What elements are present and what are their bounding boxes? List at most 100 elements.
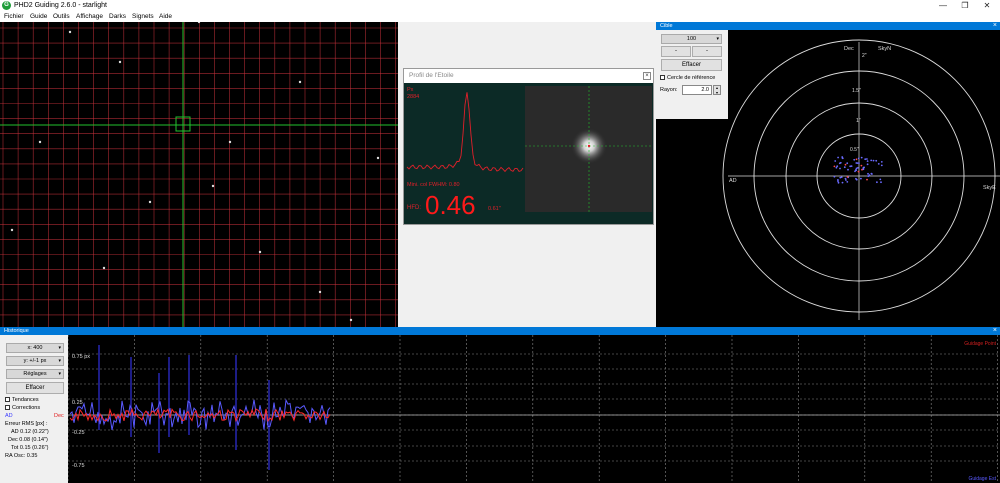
- skye-label: SkyE: [983, 185, 996, 191]
- scatter-point: [866, 178, 868, 181]
- star: [38, 140, 42, 144]
- scatter-point: [846, 162, 849, 165]
- menu-bar: Fichier Guide Outils Affichage Darks Sig…: [0, 12, 1000, 22]
- scatter-point: [876, 181, 878, 184]
- history-titlebar: Historique ×: [0, 327, 1000, 335]
- settings-value: Réglages: [23, 371, 47, 377]
- ytick-0-25: 0.25: [72, 400, 83, 406]
- scatter-point: [849, 165, 852, 168]
- menu-aide[interactable]: Aide: [159, 13, 172, 21]
- scatter-point: [860, 156, 863, 159]
- rms-ad: AD 0.12 (0.22"): [11, 429, 49, 435]
- star: [102, 266, 106, 270]
- maximize-button[interactable]: ❐: [954, 0, 976, 12]
- star: [10, 228, 14, 232]
- corrections-checkbox[interactable]: Corrections: [5, 405, 40, 412]
- scatter-point: [866, 158, 868, 160]
- scatter-point: [880, 161, 883, 163]
- scatter-point: [877, 163, 880, 165]
- guide-camera-view[interactable]: [0, 20, 398, 327]
- menu-darks[interactable]: Darks: [109, 13, 126, 21]
- scatter-point: [867, 172, 869, 175]
- hfd-label: HFD:: [407, 205, 421, 211]
- title-bar: G PHD2 Guiding 2.6.0 - starlight — ❐ ✕: [0, 0, 1000, 12]
- scatter-point: [844, 163, 847, 166]
- settings-dropdown[interactable]: Réglages ▾: [6, 369, 64, 379]
- history-close-button[interactable]: ×: [993, 327, 997, 335]
- star: [118, 60, 122, 64]
- scatter-point: [872, 159, 875, 162]
- profile-titlebar: Profil de l'Etoile ×: [404, 69, 653, 83]
- checkbox-icon: [5, 405, 10, 411]
- app-logo-icon: G: [2, 1, 11, 10]
- scatter-point: [846, 176, 849, 178]
- star: [376, 156, 380, 160]
- y-scale-value: y: +/-1 px: [23, 358, 47, 364]
- profile-close-button[interactable]: ×: [643, 72, 651, 80]
- star-centroid: [587, 144, 591, 148]
- minimize-button[interactable]: —: [932, 0, 954, 12]
- scatter-point: [866, 163, 869, 166]
- window-title: PHD2 Guiding 2.6.0 - starlight: [14, 2, 107, 9]
- hfd-arcsec: 0.61": [488, 206, 501, 212]
- scatter-point: [833, 175, 836, 178]
- target-title: Cible: [660, 23, 673, 29]
- star-field: [10, 20, 380, 322]
- target-plot: Dec SkyN AD SkyE 2" 1.5" 1" 0.5": [722, 39, 1000, 320]
- rms-dec: Dec 0.08 (0.14"): [8, 437, 48, 443]
- menu-outils[interactable]: Outils: [53, 13, 70, 21]
- guide-image-canvas[interactable]: [0, 20, 398, 327]
- history-right-top-label: Guidage Point: [964, 341, 996, 347]
- scatter-point: [866, 160, 869, 163]
- history-graph[interactable]: 0.75 px 0.25 -0.25 -0.75 Guidage Point G…: [68, 335, 1000, 483]
- trends-checkbox[interactable]: Tendances: [5, 397, 39, 404]
- dec-axis-label: Dec: [844, 46, 854, 52]
- correction-bar: [130, 357, 132, 437]
- ra-osc: RA Osc: 0.35: [5, 453, 38, 459]
- px-value: 2884: [407, 94, 419, 100]
- dec-legend: Dec: [54, 413, 64, 419]
- history-pane: Historique × x: 400 ▾ y: +/-1 px ▾ Réglage…: [0, 327, 1000, 483]
- star: [258, 250, 262, 254]
- menu-guide[interactable]: Guide: [30, 13, 47, 21]
- ring-label-2: 2": [862, 53, 867, 59]
- profile-plot: Px 2884 Mini. col FWHM: 0.80 HFD: 0.46 0…: [406, 86, 652, 220]
- scatter-point: [837, 181, 840, 184]
- ring-label-1: 1": [856, 118, 861, 124]
- scatter-point: [837, 156, 839, 159]
- guide-grid-overlay: [0, 22, 398, 327]
- chevron-down-icon: ▾: [58, 345, 61, 351]
- scatter-point: [836, 165, 839, 168]
- scatter-point: [843, 166, 846, 169]
- correction-bar: [235, 355, 237, 450]
- menu-fichier[interactable]: Fichier: [4, 13, 24, 21]
- scatter-point: [870, 172, 873, 175]
- scatter-point: [857, 170, 860, 173]
- scatter-point: [846, 181, 849, 183]
- star-profile-window: Profil de l'Etoile × Px 2884 Mini. col F…: [403, 68, 654, 225]
- close-button[interactable]: ✕: [976, 0, 998, 12]
- y-scale-dropdown[interactable]: y: +/-1 px ▾: [6, 356, 64, 366]
- correction-bar: [168, 357, 170, 437]
- chevron-down-icon: ▾: [58, 358, 61, 364]
- scatter-point: [870, 159, 873, 162]
- fwhm-readout: Mini. col FWHM: 0.80: [407, 182, 460, 188]
- scatter-point: [857, 166, 859, 169]
- scatter-point: [864, 158, 867, 161]
- scatter-point: [841, 156, 844, 158]
- ytick-neg-0-25: -0.25: [72, 430, 85, 436]
- x-scale-dropdown[interactable]: x: 400 ▾: [6, 343, 64, 353]
- menu-affichage[interactable]: Affichage: [76, 13, 103, 21]
- target-close-button[interactable]: ×: [993, 22, 997, 30]
- star: [68, 30, 72, 34]
- skyn-label: SkyN: [878, 46, 891, 52]
- history-title: Historique: [4, 328, 29, 334]
- menu-signets[interactable]: Signets: [132, 13, 154, 21]
- star: [318, 290, 322, 294]
- history-clear-button[interactable]: Effacer: [6, 382, 64, 394]
- scatter-point: [837, 180, 839, 183]
- scatter-point: [834, 160, 837, 162]
- target-titlebar: Cible ×: [656, 22, 1000, 30]
- ring-label-1-5: 1.5": [852, 88, 861, 94]
- x-scale-value: x: 400: [27, 345, 43, 351]
